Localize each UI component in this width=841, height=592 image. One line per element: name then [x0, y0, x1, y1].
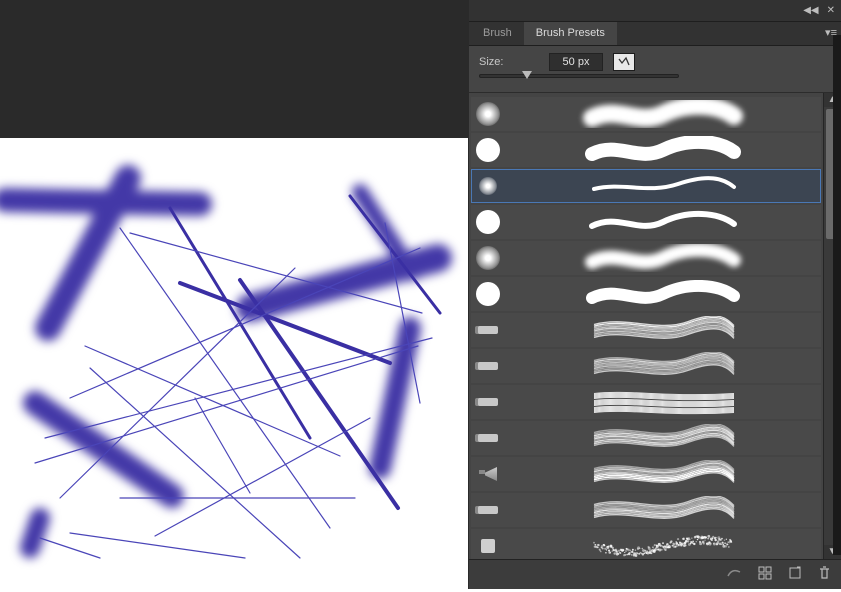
size-label: Size:	[479, 56, 539, 68]
document-canvas[interactable]	[0, 138, 468, 589]
delete-icon[interactable]	[818, 566, 831, 583]
brush-preset-item[interactable]	[471, 313, 821, 347]
panel-footer	[469, 559, 841, 589]
panel-topbar: ◀◀ ✕	[469, 0, 841, 22]
brush-tip-icon	[474, 424, 502, 452]
brush-tip-icon	[474, 316, 502, 344]
brush-stroke-preview	[508, 424, 818, 452]
brush-tip-icon	[474, 280, 502, 308]
brush-dynamics-icon[interactable]	[726, 566, 742, 583]
dock-edge	[833, 35, 841, 555]
new-preset-icon[interactable]	[788, 566, 802, 583]
brush-stroke-preview	[508, 280, 818, 308]
brush-preset-item[interactable]	[471, 349, 821, 383]
tab-brush-presets[interactable]: Brush Presets	[524, 22, 617, 45]
brush-preset-item[interactable]	[471, 529, 821, 559]
brush-stroke-preview	[508, 532, 818, 559]
brush-preset-item[interactable]	[471, 277, 821, 311]
brush-tip-icon	[474, 208, 502, 236]
brush-size-row: Size:	[469, 46, 841, 74]
brush-preset-item[interactable]	[471, 457, 821, 491]
brush-preset-list: ▲ ▼	[469, 92, 841, 559]
brush-stroke-preview	[508, 388, 818, 416]
brush-tip-icon	[474, 532, 502, 559]
brush-tip-icon	[474, 136, 502, 164]
brush-stroke-preview	[508, 136, 818, 164]
brush-preset-item[interactable]	[471, 133, 821, 167]
brush-tip-icon	[474, 172, 502, 200]
brush-tip-icon	[474, 388, 502, 416]
brush-stroke-preview	[508, 100, 818, 128]
app-background-top	[0, 0, 468, 138]
brush-preset-item[interactable]	[471, 205, 821, 239]
brush-stroke-preview	[508, 244, 818, 272]
brush-tip-icon	[474, 460, 502, 488]
tab-brush[interactable]: Brush	[471, 22, 524, 45]
brush-tip-icon	[474, 244, 502, 272]
brush-preset-item[interactable]	[471, 421, 821, 455]
brush-preset-item[interactable]	[471, 97, 821, 131]
brush-size-slider[interactable]	[469, 74, 841, 92]
brush-stroke-preview	[508, 496, 818, 524]
brush-tip-icon	[474, 100, 502, 128]
brush-stroke-preview	[508, 316, 818, 344]
panel-tabs: Brush Brush Presets	[469, 22, 841, 46]
brush-preset-item[interactable]	[471, 493, 821, 527]
brush-presets-panel: ◀◀ ✕ Brush Brush Presets ▾≡ Size: ▲ ▼	[468, 0, 841, 589]
brush-stroke-preview	[508, 208, 818, 236]
brush-size-input[interactable]	[549, 53, 603, 71]
brush-stroke-preview	[508, 352, 818, 380]
brush-tip-icon	[474, 496, 502, 524]
preset-manager-icon[interactable]	[758, 566, 772, 583]
brush-stroke-preview	[508, 172, 818, 200]
brush-preset-item[interactable]	[471, 241, 821, 275]
brush-preset-item[interactable]	[471, 169, 821, 203]
brush-tip-icon	[474, 352, 502, 380]
collapse-icon[interactable]: ◀◀	[803, 6, 818, 16]
brush-stroke-preview	[508, 460, 818, 488]
toggle-live-tip-button[interactable]	[613, 53, 635, 71]
brush-preset-item[interactable]	[471, 385, 821, 419]
slider-thumb[interactable]	[522, 71, 532, 79]
close-icon[interactable]: ✕	[827, 6, 835, 16]
